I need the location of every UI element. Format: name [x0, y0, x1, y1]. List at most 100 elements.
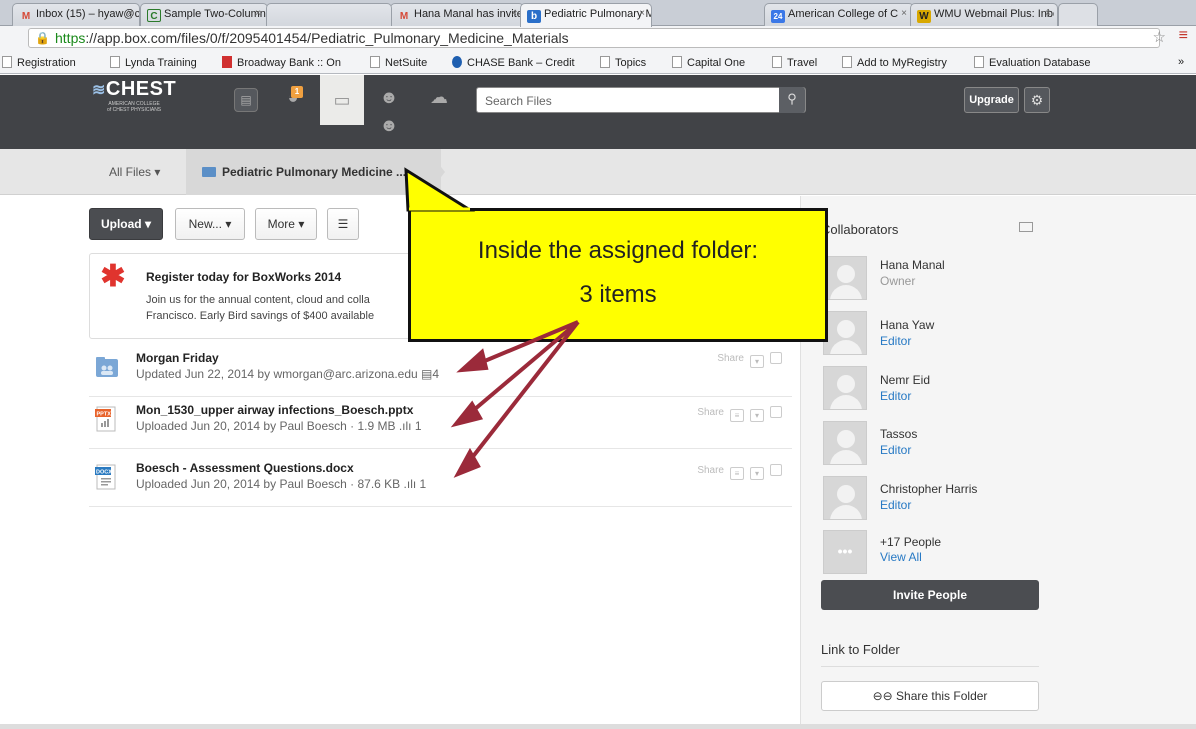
bank-icon [222, 56, 232, 68]
collaborators-sidebar: Collaborators Hana Manal Owner Hana Yaw … [800, 196, 1196, 729]
comment-count-icon: ▤ [421, 367, 433, 381]
bookmark-chase[interactable]: CHASE Bank – Credit [452, 56, 575, 69]
bookmarks-overflow-button[interactable]: » [1178, 56, 1184, 68]
divider [821, 666, 1039, 667]
tab-sample-job[interactable]: CSample Two-Column Job× [140, 3, 268, 26]
invite-people-button[interactable]: Invite People [821, 580, 1039, 610]
upload-button[interactable]: Upload ▾ [89, 208, 163, 240]
page-icon [600, 56, 610, 68]
breadcrumb-all-files[interactable]: All Files ▾ [109, 165, 160, 179]
bookmark-broadway-bank[interactable]: Broadway Bank :: On [222, 56, 341, 69]
more-button[interactable]: More ▾ [255, 208, 317, 240]
more-people-icon: ••• [823, 530, 867, 574]
close-tab-icon[interactable]: × [1045, 8, 1051, 19]
bookmark-topics[interactable]: Topics [600, 56, 646, 69]
browser-menu-icon[interactable]: ≡ [1179, 27, 1188, 45]
browser-tab-strip: MInbox (15) – hyaw@chest× CSample Two-Co… [0, 0, 1196, 27]
share-link[interactable]: Share [717, 353, 744, 364]
close-tab-icon[interactable]: × [127, 8, 133, 19]
boxworks-star-icon: ✱ [100, 260, 126, 293]
collaborator-item[interactable]: Nemr Eid Editor [823, 366, 1123, 418]
page-icon [842, 56, 852, 68]
files-folder-icon[interactable]: ▭ [320, 75, 364, 125]
promo-banner[interactable]: ✱ Register today for BoxWorks 2014 Join … [89, 253, 429, 339]
bookmark-star-icon[interactable]: ☆ [1153, 28, 1166, 46]
tab-hana-invite[interactable]: MHana Manal has invited yo× [390, 3, 524, 26]
file-name[interactable]: Morgan Friday [136, 351, 219, 365]
row-checkbox[interactable] [770, 464, 782, 476]
updates-icon[interactable]: ▤ [234, 88, 258, 112]
tab-gmail-inbox[interactable]: MInbox (15) – hyaw@chest× [12, 3, 140, 26]
tab-pediatric-pulmonary[interactable]: bPediatric Pulmonary Medic× [520, 3, 652, 27]
bookmark-netsuite[interactable]: NetSuite [370, 56, 427, 69]
file-row-morgan-friday[interactable]: Morgan Friday Updated Jun 22, 2014 by wm… [89, 346, 792, 397]
file-row-docx[interactable]: DOCX Boesch - Assessment Questions.docx … [89, 456, 792, 507]
bookmark-lynda[interactable]: Lynda Training [110, 56, 197, 69]
calendar-icon: 24 [771, 10, 785, 23]
comment-icon[interactable]: ≡ [730, 467, 744, 480]
tab-american-college[interactable]: 24American College of Ches× [764, 3, 914, 26]
pptx-file-icon: PPTX [95, 406, 116, 432]
search-icon[interactable]: ⚲ [779, 87, 805, 113]
share-link[interactable]: Share [697, 407, 724, 418]
file-meta: Uploaded Jun 20, 2014 by Paul Boesch · 8… [136, 477, 401, 491]
gmail-icon: M [399, 11, 409, 22]
file-name[interactable]: Mon_1530_upper airway infections_Boesch.… [136, 403, 413, 417]
shared-folder-icon [96, 357, 118, 377]
bookmark-add-to-myregistry[interactable]: Add to MyRegistry [842, 56, 947, 69]
breadcrumb-arrow-tip [427, 149, 445, 195]
collaborator-item[interactable]: Tassos Editor [823, 421, 1123, 473]
collaborator-item[interactable]: Christopher Harris Editor [823, 476, 1123, 528]
close-tab-icon[interactable]: × [511, 8, 517, 19]
upgrade-button[interactable]: Upgrade [964, 87, 1019, 113]
bookmark-evaluation-database[interactable]: Evaluation Database [974, 56, 1091, 69]
avatar [823, 476, 867, 520]
views-icon: .ılı [403, 477, 417, 491]
tab-hidden-middle[interactable] [266, 3, 392, 26]
dropdown-icon[interactable]: ▾ [750, 467, 764, 480]
list-view-icon[interactable]: ☰ [327, 208, 359, 240]
gear-icon[interactable]: ⚙ [1024, 87, 1050, 113]
search-input[interactable]: Search Files ⚲ [476, 87, 806, 113]
cloud-icon[interactable]: ☁ [424, 83, 454, 111]
close-tab-icon[interactable]: × [901, 8, 907, 19]
more-people-item[interactable]: ••• +17 People View All [823, 530, 1123, 582]
chevron-down-icon: ▾ [144, 217, 152, 231]
bookmark-travel[interactable]: Travel [772, 56, 817, 69]
role-link[interactable]: Editor [880, 334, 911, 348]
bookmark-registration[interactable]: Registration [2, 56, 76, 69]
avatar [823, 366, 867, 410]
view-all-link[interactable]: View All [880, 550, 922, 564]
new-tab-button[interactable] [1058, 3, 1098, 26]
share-link[interactable]: Share [697, 465, 724, 476]
row-checkbox[interactable] [770, 352, 782, 364]
role-link[interactable]: Editor [880, 389, 911, 403]
bookmarks-bar: Registration Lynda Training Broadway Ban… [0, 50, 1196, 74]
dropdown-icon[interactable]: ▾ [750, 409, 764, 422]
file-name[interactable]: Boesch - Assessment Questions.docx [136, 461, 354, 475]
folder-icon [202, 167, 216, 177]
tab-wmu-webmail[interactable]: W WMU Webmail Plus: Inbox × [910, 3, 1058, 26]
file-meta: Updated Jun 22, 2014 by wmorgan@arc.ariz… [136, 367, 418, 381]
new-button[interactable]: New... ▾ [175, 208, 245, 240]
avatar [823, 421, 867, 465]
breadcrumb-current-folder[interactable]: Pediatric Pulmonary Medicine ... [186, 149, 441, 195]
bookmark-capital-one[interactable]: Capital One [672, 56, 745, 69]
collaborator-item[interactable]: Hana Yaw Editor [823, 311, 1123, 363]
close-tab-icon[interactable]: × [255, 8, 261, 19]
collaborator-item[interactable]: Hana Manal Owner [823, 256, 1123, 308]
mail-icon[interactable] [1019, 222, 1033, 232]
dropdown-icon[interactable]: ▾ [750, 355, 764, 368]
url-field[interactable]: 🔒 https://app.box.com/files/0/f/209540145… [28, 28, 1160, 48]
share-folder-button[interactable]: ⊖⊖ Share this Folder [821, 681, 1039, 711]
chest-logo[interactable]: ≋CHEST AMERICAN COLLEGE of CHEST PHYSICI… [92, 78, 176, 113]
file-row-pptx[interactable]: PPTX Mon_1530_upper airway infections_Bo… [89, 398, 792, 449]
role-link[interactable]: Editor [880, 498, 911, 512]
link-icon: ⊖⊖ [872, 689, 893, 703]
chevron-down-icon: ▾ [225, 217, 232, 231]
comment-icon[interactable]: ≡ [730, 409, 744, 422]
row-checkbox[interactable] [770, 406, 782, 418]
close-tab-icon[interactable]: × [639, 8, 645, 19]
people-icon[interactable]: ☻☻ [374, 83, 404, 135]
role-link[interactable]: Editor [880, 443, 911, 457]
